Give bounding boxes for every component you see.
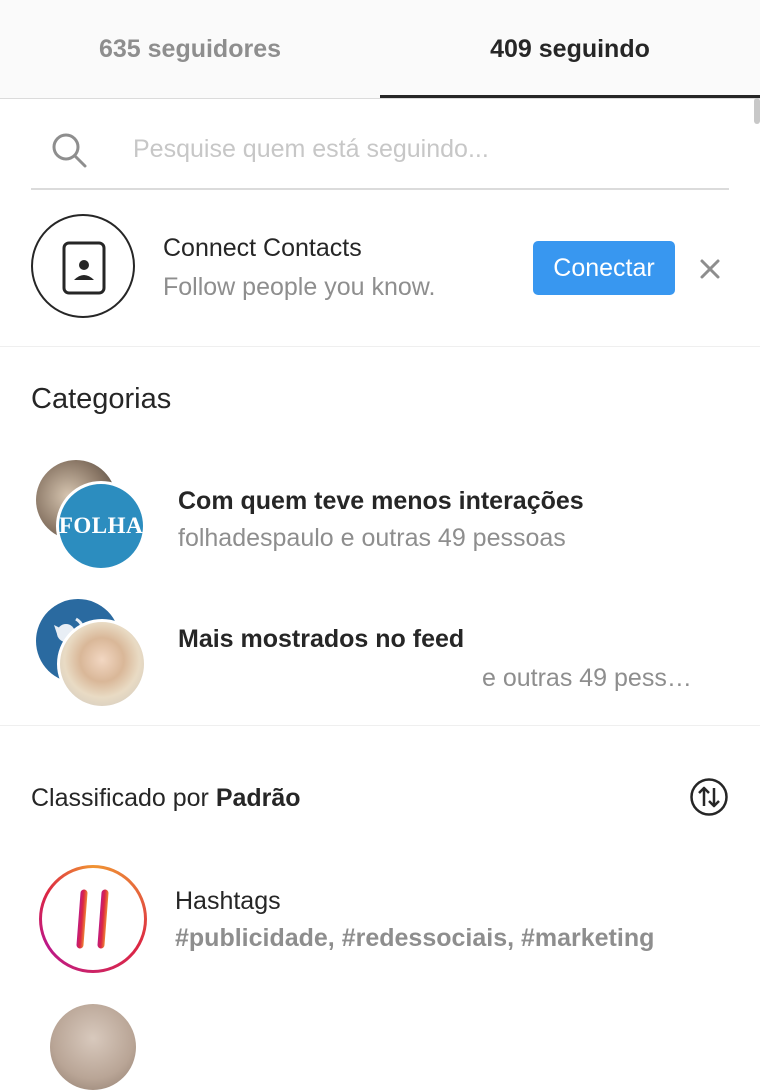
categories-heading: Categorias [31,383,172,415]
category-label: Com quem teve menos interações [178,487,584,515]
search-input[interactable] [131,126,695,172]
sort-label: Classificado por Padrão [31,784,301,813]
tab-followers-label: 635 seguidores [98,34,282,63]
connect-contacts-subtitle: Follow people you know. [163,273,436,301]
sort-order-icon[interactable] [689,777,729,817]
tab-following[interactable]: 409 seguindo [380,0,760,98]
close-icon[interactable] [694,250,726,286]
tab-followers[interactable]: 635 seguidores [0,0,380,98]
section-divider [0,725,760,726]
connect-button-label: Conectar [553,253,655,282]
contacts-icon [31,214,135,318]
tab-bar: 635 seguidores 409 seguindo [0,0,760,99]
category-desc: folhadespaulo e outras 49 pessoas [178,524,566,552]
folha-avatar: FOLHA [56,481,146,571]
sort-prefix: Classificado por [31,784,216,812]
hashtag-avatar[interactable] [39,865,147,973]
category-desc: e outras 49 pess… [482,664,692,692]
scrollbar[interactable] [754,98,760,124]
active-tab-indicator [380,95,760,98]
folha-logo-text: FOLHA [58,513,144,538]
avatar[interactable] [50,1004,136,1090]
category-label: Mais mostrados no feed [178,625,465,653]
search-icon [49,130,89,170]
list-item-subtitle: #publicidade, #redessociais, #marketing [175,924,655,952]
connect-button[interactable]: Conectar [533,241,675,295]
avatar [57,619,147,709]
connect-contacts-title: Connect Contacts [163,234,362,262]
connect-contacts-card: Connect Contacts Follow people you know.… [0,200,760,347]
category-least-interacted[interactable]: FOLHA Com quem teve menos interações fol… [0,455,760,575]
search-bar [31,112,729,190]
tab-following-label: 409 seguindo [490,34,650,63]
category-most-shown[interactable]: Mais mostrados no feed e outras 49 pess… [0,595,760,715]
hashtag-icon [67,889,119,949]
sort-value: Padrão [215,784,301,812]
list-item-title[interactable]: Hashtags [175,887,281,916]
